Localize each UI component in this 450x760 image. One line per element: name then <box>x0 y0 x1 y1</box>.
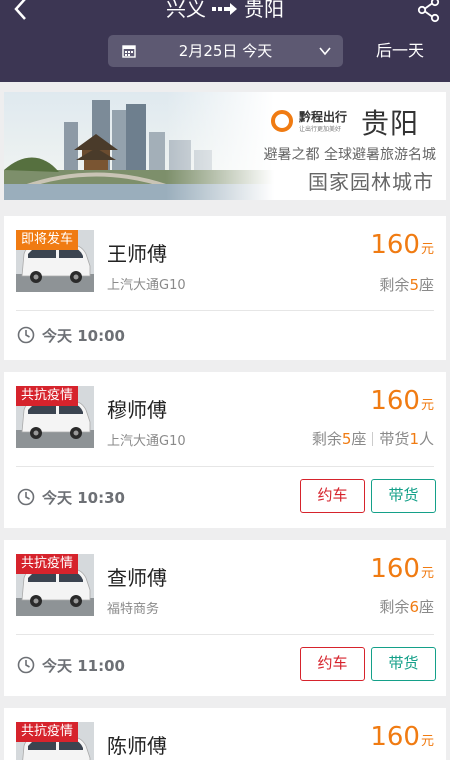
clock-icon <box>17 656 35 674</box>
driver-name: 陈师傅 <box>107 734 167 758</box>
seats-count: 5 <box>409 276 419 294</box>
book-ride-button[interactable]: 约车 <box>300 647 365 681</box>
status-badge: 共抗疫情 <box>16 554 79 574</box>
seats-count: 6 <box>409 598 419 616</box>
driver-name: 王师傅 <box>107 242 167 266</box>
cargo-suffix: 人 <box>418 430 434 448</box>
trip-card[interactable]: 即将发车 王师傅 上汽大通G10 160元 剩余5座 今天 10:00 <box>4 216 446 360</box>
seats-and-cargo: 剩余5座 带货1人 <box>312 428 434 449</box>
car-model: 上汽大通G10 <box>107 278 186 293</box>
price-value: 160 <box>370 722 420 752</box>
city-skyline-image <box>4 92 274 200</box>
seats-count: 5 <box>341 430 352 448</box>
status-badge: 共抗疫情 <box>16 722 79 742</box>
trip-card[interactable]: 共抗疫情 陈师傅 160元 <box>4 708 446 760</box>
price-unit: 元 <box>420 566 434 581</box>
divider <box>16 466 434 467</box>
route-title: 兴义 贵阳 <box>0 0 450 22</box>
promo-banner[interactable]: 黔程出行 让出行更加美好 贵阳 避暑之都 全球避暑旅游名城 国家园林城市 <box>4 92 446 200</box>
share-icon[interactable] <box>416 0 442 23</box>
logo-slogan: 让出行更加美好 <box>299 126 342 133</box>
send-cargo-button[interactable]: 带货 <box>371 647 436 681</box>
seats-prefix: 剩余 <box>311 430 342 448</box>
price-value: 160 <box>370 554 420 584</box>
destination-city: 贵阳 <box>244 0 284 21</box>
logo-name: 黔程出行 <box>299 110 348 124</box>
price-value: 160 <box>370 386 420 416</box>
price-unit: 元 <box>420 734 434 749</box>
trip-card[interactable]: 共抗疫情 穆师傅 上汽大通G10 160元 剩余5座 带货1人 今天 10:30 … <box>4 372 446 528</box>
car-model: 上汽大通G10 <box>107 434 186 449</box>
seats-suffix: 座 <box>351 430 367 448</box>
cargo-prefix: 带货 <box>379 430 410 448</box>
chevron-down-icon <box>319 47 331 56</box>
top-bar: 兴义 贵阳 2月25日 今天 后一天 <box>0 0 450 82</box>
departure-time: 今天 11:00 <box>42 657 125 675</box>
clock-icon <box>17 326 35 344</box>
status-badge: 即将发车 <box>16 230 79 250</box>
cargo-count: 1 <box>409 430 419 448</box>
banner-tagline: 避暑之都 全球避暑旅游名城 <box>263 147 436 163</box>
logo-mark-icon <box>271 110 293 132</box>
departure-time: 今天 10:30 <box>42 489 125 507</box>
seats-remaining: 剩余5座 <box>379 274 434 295</box>
next-day-button[interactable]: 后一天 <box>376 40 424 62</box>
price: 160元 <box>370 230 434 260</box>
price: 160元 <box>370 722 434 752</box>
car-model: 福特商务 <box>107 602 160 617</box>
driver-name: 查师傅 <box>107 566 167 590</box>
seats-suffix: 座 <box>418 276 434 294</box>
date-label: 2月25日 今天 <box>178 42 273 60</box>
price-unit: 元 <box>420 398 434 413</box>
price: 160元 <box>370 386 434 416</box>
seats-suffix: 座 <box>418 598 434 616</box>
driver-name: 穆师傅 <box>107 398 167 422</box>
clock-icon <box>17 488 35 506</box>
status-badge: 共抗疫情 <box>16 386 79 406</box>
separator <box>372 432 374 446</box>
book-ride-button[interactable]: 约车 <box>300 479 365 513</box>
seats-prefix: 剩余 <box>379 598 410 616</box>
seats-prefix: 剩余 <box>379 276 410 294</box>
date-selector[interactable]: 2月25日 今天 <box>108 35 343 67</box>
brand-logo: 黔程出行 让出行更加美好 <box>271 106 361 136</box>
price: 160元 <box>370 554 434 584</box>
trip-card[interactable]: 共抗疫情 查师傅 福特商务 160元 剩余6座 今天 11:00 约车 带货 <box>4 540 446 696</box>
departure-time: 今天 10:00 <box>42 327 125 345</box>
price-unit: 元 <box>420 242 434 257</box>
divider <box>16 310 434 311</box>
banner-city-name: 贵阳 <box>361 107 420 140</box>
price-value: 160 <box>370 230 420 260</box>
route-arrow-icon <box>212 3 237 15</box>
origin-city: 兴义 <box>166 0 206 21</box>
divider <box>16 634 434 635</box>
send-cargo-button[interactable]: 带货 <box>371 479 436 513</box>
seats-remaining: 剩余6座 <box>379 596 434 617</box>
banner-subtitle: 国家园林城市 <box>308 170 434 194</box>
